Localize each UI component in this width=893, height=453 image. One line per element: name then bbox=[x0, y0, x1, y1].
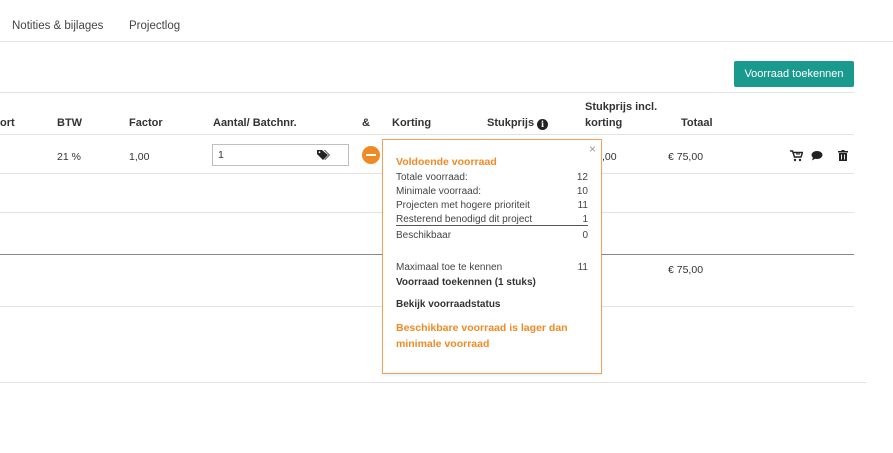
quantity-value: 1 bbox=[218, 149, 224, 161]
view-stock-status-link[interactable]: Bekijk voorraadstatus bbox=[396, 299, 501, 310]
row-factor: 1,00 bbox=[129, 151, 150, 163]
tab-notities-bijlages[interactable]: Notities & bijlages bbox=[12, 20, 103, 32]
column-header-unit-price: Stukprijs i bbox=[487, 117, 549, 130]
stock-row-minimum: Minimale voorraad: 10 bbox=[396, 186, 588, 197]
max-allocatable-label: Maximaal toe te kennen bbox=[396, 262, 503, 273]
cart-icon[interactable] bbox=[790, 150, 804, 165]
column-header-unit-price-incl: Stukprijs incl. bbox=[585, 101, 658, 113]
close-icon[interactable]: × bbox=[589, 142, 596, 156]
stock-status-icon[interactable] bbox=[362, 146, 380, 164]
stock-popover: × Voldoende voorraad Totale voorraad: 12… bbox=[382, 139, 602, 374]
stock-row-priority-projects: Projecten met hogere prioriteit 11 bbox=[396, 200, 588, 211]
column-header-partial: ort bbox=[0, 117, 15, 129]
max-allocatable-value: 11 bbox=[577, 262, 588, 273]
row-unit-price-incl: ,00 bbox=[602, 151, 617, 163]
column-header-discount: Korting bbox=[392, 117, 432, 129]
divider bbox=[0, 134, 854, 135]
stock-row-value: 10 bbox=[576, 186, 588, 197]
allocate-stock-link[interactable]: Voorraad toekennen (1 stuks) bbox=[396, 277, 536, 288]
divider bbox=[0, 382, 866, 383]
tab-projectlog[interactable]: Projectlog bbox=[129, 20, 180, 32]
tag-icon[interactable] bbox=[317, 149, 330, 164]
stock-row-value: 11 bbox=[577, 200, 588, 211]
stock-warning: Beschikbare voorraad is lager dan minima… bbox=[396, 322, 568, 350]
row-total: € 75,00 bbox=[668, 151, 704, 163]
stock-row-available: Beschikbaar 0 bbox=[396, 230, 588, 241]
comment-icon[interactable] bbox=[811, 150, 823, 164]
stock-row-total: Totale voorraad: 12 bbox=[396, 172, 588, 183]
info-icon[interactable]: i bbox=[537, 119, 549, 130]
stock-row-label: Resterend benodigd dit project bbox=[396, 214, 533, 225]
stock-row-label: Totale voorraad: bbox=[396, 172, 468, 183]
popover-title: Voldoende voorraad bbox=[396, 156, 497, 168]
stock-row-value: 12 bbox=[576, 172, 588, 183]
row-vat: 21 % bbox=[57, 151, 81, 163]
unit-price-label: Stukprijs bbox=[487, 117, 535, 129]
tab-bar: Notities & bijlages Projectlog bbox=[0, 0, 893, 42]
column-header-factor: Factor bbox=[129, 117, 163, 129]
column-header-unit-price-incl-line2: korting bbox=[585, 117, 623, 129]
max-allocatable-row: Maximaal toe te kennen 11 bbox=[396, 262, 588, 273]
divider bbox=[0, 92, 854, 93]
column-header-ampersand: & bbox=[362, 117, 370, 129]
subtotal-value: € 75,00 bbox=[668, 264, 704, 276]
stock-row-label: Projecten met hogere prioriteit bbox=[396, 200, 530, 211]
stock-row-remaining: Resterend benodigd dit project 1 bbox=[396, 214, 588, 226]
stock-row-label: Minimale voorraad: bbox=[396, 186, 482, 197]
column-header-total: Totaal bbox=[681, 117, 713, 129]
quantity-input[interactable]: 1 bbox=[212, 144, 349, 166]
trash-icon[interactable] bbox=[838, 150, 848, 164]
stock-row-value: 1 bbox=[582, 214, 588, 225]
column-header-quantity: Aantal/ Batchnr. bbox=[213, 117, 297, 129]
allocate-stock-button[interactable]: Voorraad toekennen bbox=[734, 61, 854, 87]
stock-row-value: 0 bbox=[582, 230, 588, 241]
column-header-vat: BTW bbox=[57, 117, 83, 129]
stock-row-label: Beschikbaar bbox=[396, 230, 452, 241]
